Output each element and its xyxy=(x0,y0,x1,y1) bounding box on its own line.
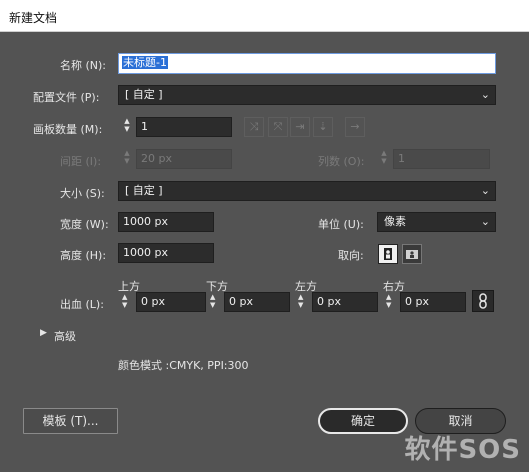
width-label: 宽度 (W): xyxy=(60,218,109,231)
bleed-left-input[interactable]: 0 px xyxy=(312,292,378,312)
height-input[interactable]: 1000 px xyxy=(118,243,214,263)
bleed-top-field[interactable]: ▲ ▼ 0 px xyxy=(120,292,206,312)
arrange-by-row-icon[interactable]: ⇥ xyxy=(290,117,310,137)
profile-dropdown[interactable]: [ 自定 ] ⌄ xyxy=(118,85,496,105)
color-mode-text: 颜色模式 :CMYK, PPI:300 xyxy=(118,359,249,372)
units-dropdown[interactable]: 像素 ⌄ xyxy=(377,212,496,232)
landscape-icon xyxy=(406,250,418,259)
columns-input[interactable]: 1 xyxy=(393,149,490,169)
spacing-label: 间距 (I): xyxy=(60,155,102,168)
bleed-label: 出血 (L): xyxy=(60,298,104,311)
spacing-input[interactable]: 20 px xyxy=(136,149,232,169)
landscape-orientation-button[interactable] xyxy=(402,244,422,264)
bleed-top-stepper[interactable]: ▲ ▼ xyxy=(122,293,127,309)
name-input[interactable]: 未标题-1 xyxy=(118,53,496,74)
bleed-bottom-input[interactable]: 0 px xyxy=(224,292,290,312)
bleed-left-stepper[interactable]: ▲ ▼ xyxy=(298,293,303,309)
advanced-toggle[interactable]: 高级 xyxy=(54,328,76,344)
link-bleed-button[interactable] xyxy=(472,290,494,312)
spacing-stepper[interactable]: ▲ ▼ xyxy=(120,149,134,169)
columns-label: 列数 (O): xyxy=(318,155,365,168)
bleed-bottom-field[interactable]: ▲ ▼ 0 px xyxy=(208,292,290,312)
profile-label: 配置文件 (P): xyxy=(33,91,100,104)
artboards-stepper[interactable]: ▲ ▼ xyxy=(120,117,134,137)
size-dropdown[interactable]: [ 自定 ] ⌄ xyxy=(118,181,496,201)
size-label: 大小 (S): xyxy=(60,187,105,200)
templates-button[interactable]: 模板 (T)... xyxy=(23,408,118,434)
bleed-top-input[interactable]: 0 px xyxy=(136,292,206,312)
title-bar: 新建文档 xyxy=(0,0,529,32)
window-title: 新建文档 xyxy=(9,11,58,25)
units-value: 像素 xyxy=(384,215,406,228)
chevron-down-icon: ⌄ xyxy=(480,88,490,101)
link-icon xyxy=(479,293,487,309)
artboards-input[interactable]: 1 xyxy=(136,117,232,137)
artboards-label: 画板数量 (M): xyxy=(33,123,103,136)
portrait-orientation-button[interactable] xyxy=(378,244,398,264)
bleed-bottom-stepper[interactable]: ▲ ▼ xyxy=(210,293,215,309)
watermark-logo: 软件SOS xyxy=(404,435,521,465)
columns-stepper[interactable]: ▲ ▼ xyxy=(377,149,391,169)
profile-value: [ 自定 ] xyxy=(125,88,163,101)
name-input-text: 未标题-1 xyxy=(122,56,168,69)
chevron-down-icon: ⌄ xyxy=(480,184,490,197)
arrange-by-column-icon[interactable]: ⇣ xyxy=(313,117,333,137)
bleed-right-stepper[interactable]: ▲ ▼ xyxy=(386,293,391,309)
bleed-right-input[interactable]: 0 px xyxy=(400,292,466,312)
orientation-label: 取向: xyxy=(338,249,364,262)
grid-by-row-icon[interactable]: ⤨ xyxy=(244,117,264,137)
grid-by-column-icon[interactable]: ⤧ xyxy=(268,117,288,137)
chevron-down-icon: ⌄ xyxy=(480,215,490,228)
width-input[interactable]: 1000 px xyxy=(118,212,214,232)
units-label: 单位 (U): xyxy=(318,218,364,231)
name-label: 名称 (N): xyxy=(60,59,107,72)
size-value: [ 自定 ] xyxy=(125,184,163,197)
bleed-right-field[interactable]: ▲ ▼ 0 px xyxy=(384,292,466,312)
height-label: 高度 (H): xyxy=(60,249,107,262)
bleed-left-field[interactable]: ▲ ▼ 0 px xyxy=(296,292,378,312)
right-to-left-icon[interactable]: → xyxy=(345,117,365,137)
portrait-icon xyxy=(384,248,392,260)
ok-button[interactable]: 确定 xyxy=(318,408,408,434)
caret-right-icon[interactable]: ▶ xyxy=(40,328,47,338)
